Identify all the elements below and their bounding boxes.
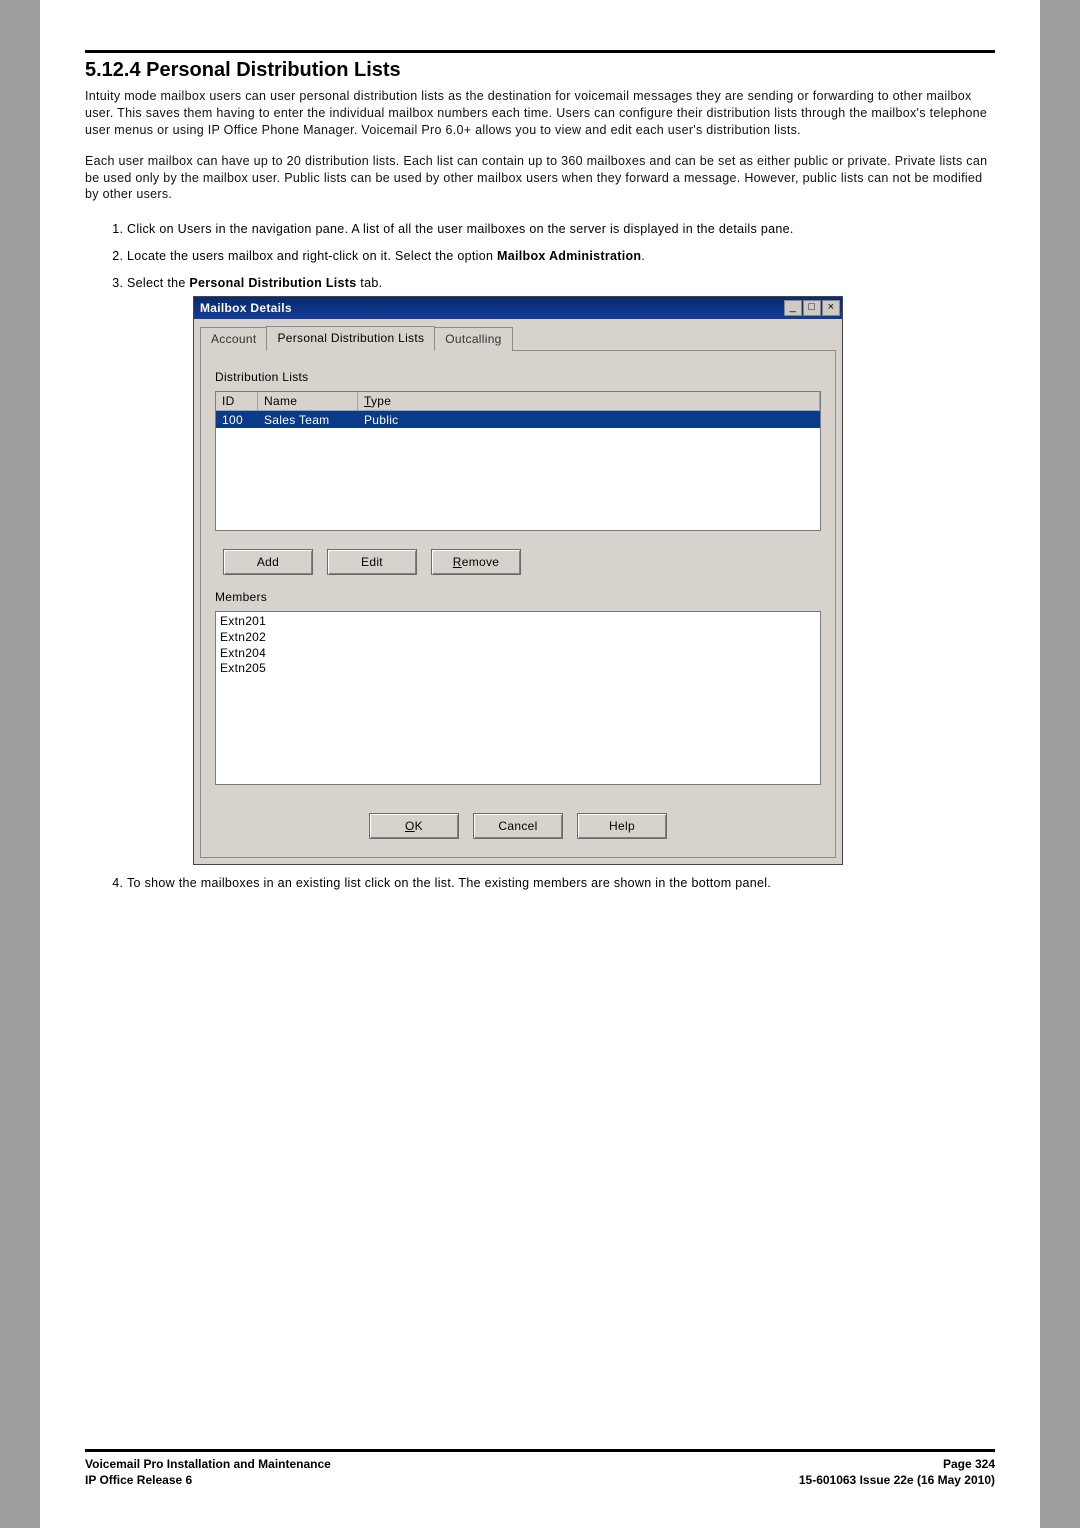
table-row[interactable]: 100 Sales Team Public: [216, 411, 820, 428]
mailbox-details-dialog: Mailbox Details _ □ × Account Personal D…: [193, 296, 843, 866]
step-2: Locate the users mailbox and right-click…: [127, 248, 995, 265]
table-header: ID Name Type: [216, 392, 820, 411]
step-3-prefix: Select the: [127, 276, 189, 290]
col-type[interactable]: Type: [358, 392, 820, 410]
cell-name: Sales Team: [258, 412, 358, 428]
cell-id: 100: [216, 412, 258, 428]
tab-strip: Account Personal Distribution Lists Outc…: [194, 319, 842, 350]
col-id[interactable]: ID: [216, 392, 258, 410]
tab-personal-distribution-lists[interactable]: Personal Distribution Lists: [266, 326, 435, 351]
maximize-icon[interactable]: □: [803, 300, 821, 316]
intro-paragraph-1: Intuity mode mailbox users can user pers…: [85, 88, 995, 139]
footer-page-number: Page 324: [799, 1456, 995, 1472]
list-item[interactable]: Extn201: [220, 614, 816, 630]
list-item[interactable]: Extn204: [220, 646, 816, 662]
minimize-icon[interactable]: _: [784, 300, 802, 316]
edit-button[interactable]: Edit: [327, 549, 417, 575]
step-2-bold: Mailbox Administration: [497, 249, 641, 263]
footer-doc-title: Voicemail Pro Installation and Maintenan…: [85, 1456, 331, 1472]
tab-panel: Distribution Lists ID Name Type 100 Sale…: [200, 350, 836, 858]
members-label: Members: [215, 589, 821, 605]
distribution-lists-label: Distribution Lists: [215, 369, 821, 385]
section-number: 5.12.4: [85, 59, 141, 81]
footer-rule: [85, 1449, 995, 1452]
footer-release: IP Office Release 6: [85, 1472, 331, 1488]
close-icon[interactable]: ×: [822, 300, 840, 316]
list-item[interactable]: Extn205: [220, 661, 816, 677]
ok-rest: K: [415, 818, 423, 834]
dialog-titlebar[interactable]: Mailbox Details _ □ ×: [194, 297, 842, 319]
ok-underline: O: [405, 818, 415, 834]
step-3-bold: Personal Distribution Lists: [189, 276, 356, 290]
tab-outcalling[interactable]: Outcalling: [434, 327, 512, 351]
dialog-title: Mailbox Details: [200, 300, 292, 316]
step-3-suffix: tab.: [357, 276, 383, 290]
add-button[interactable]: Add: [223, 549, 313, 575]
window-controls: _ □ ×: [784, 300, 840, 316]
help-button[interactable]: Help: [577, 813, 667, 839]
intro-paragraph-2: Each user mailbox can have up to 20 dist…: [85, 153, 995, 204]
dialog-screenshot: Mailbox Details _ □ × Account Personal D…: [193, 296, 995, 866]
step-2-prefix: Locate the users mailbox and right-click…: [127, 249, 497, 263]
col-name-text: Name: [264, 394, 297, 408]
footer-right: Page 324 15-601063 Issue 22e (16 May 201…: [799, 1456, 995, 1488]
dialog-bottom-buttons: OK Cancel Help: [215, 813, 821, 839]
footer-left: Voicemail Pro Installation and Maintenan…: [85, 1456, 331, 1488]
top-rule: [85, 50, 995, 53]
distribution-lists-table[interactable]: ID Name Type 100 Sales Team Public: [215, 391, 821, 531]
list-item[interactable]: Extn202: [220, 630, 816, 646]
vertical-spacer: [85, 902, 995, 1448]
cancel-button[interactable]: Cancel: [473, 813, 563, 839]
step-1: Click on Users in the navigation pane. A…: [127, 221, 995, 238]
col-name[interactable]: Name: [258, 392, 358, 410]
section-heading: 5.12.4 Personal Distribution Lists: [85, 59, 995, 82]
tab-account[interactable]: Account: [200, 327, 267, 351]
step-2-suffix: .: [641, 249, 645, 263]
section-title-text: Personal Distribution Lists: [146, 59, 400, 81]
document-page: 5.12.4 Personal Distribution Lists Intui…: [40, 0, 1040, 1528]
page-footer: Voicemail Pro Installation and Maintenan…: [85, 1456, 995, 1488]
ok-button[interactable]: OK: [369, 813, 459, 839]
steps-list: Click on Users in the navigation pane. A…: [85, 221, 995, 902]
members-list[interactable]: Extn201 Extn202 Extn204 Extn205: [215, 611, 821, 785]
cell-type: Public: [358, 412, 820, 428]
step-4: To show the mailboxes in an existing lis…: [127, 875, 995, 892]
footer-issue: 15-601063 Issue 22e (16 May 2010): [799, 1472, 995, 1488]
remove-button[interactable]: Remove: [431, 549, 521, 575]
step-3: Select the Personal Distribution Lists t…: [127, 275, 995, 865]
list-buttons: Add Edit Remove: [223, 549, 821, 575]
